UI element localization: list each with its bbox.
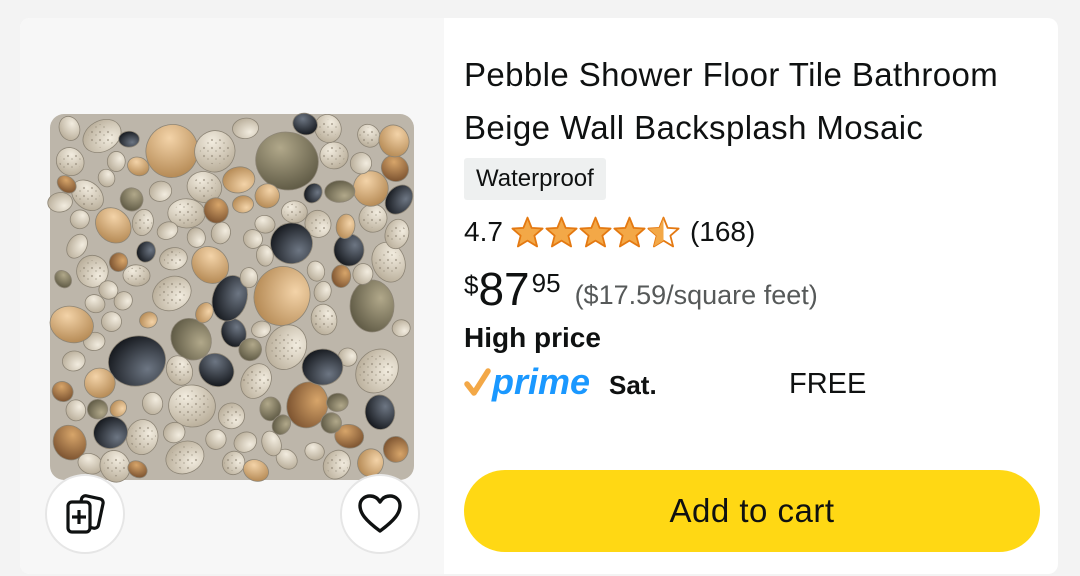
add-to-cart-button[interactable]: Add to cart: [464, 470, 1040, 552]
compare-button[interactable]: [45, 474, 125, 554]
pebble-texture: [103, 456, 127, 477]
pebble-texture: [359, 355, 395, 387]
star-icon: [545, 216, 578, 248]
pebble: [349, 279, 395, 333]
wishlist-button[interactable]: [340, 474, 420, 554]
pebble-texture: [79, 260, 106, 283]
product-image-panel[interactable]: [20, 18, 444, 574]
delivery-day: Sat.: [609, 370, 657, 400]
pebble-texture: [133, 214, 153, 231]
rating-value: 4.7: [464, 216, 503, 247]
star-icon: [579, 216, 612, 248]
pebble-texture: [386, 225, 408, 243]
star-icon: [511, 216, 544, 248]
pebble-texture: [284, 203, 305, 221]
star-rating: [511, 216, 680, 248]
pebble-texture: [171, 445, 199, 470]
pebble-texture: [192, 176, 217, 198]
pebble-texture: [173, 202, 200, 225]
pebble-texture: [362, 209, 384, 228]
pebble-texture: [59, 152, 82, 172]
svg-text:prime: prime: [491, 362, 590, 402]
pebble-texture: [312, 309, 336, 330]
pebble-texture: [199, 138, 230, 165]
pebble-texture: [163, 250, 184, 268]
pebble-texture: [128, 425, 156, 449]
pebble: [331, 264, 352, 288]
delivery-cost: FREE: [789, 368, 867, 400]
pebble-texture: [242, 369, 270, 393]
heart-icon: [358, 494, 402, 533]
half-star-icon: [647, 216, 680, 248]
prime-logo: prime: [464, 362, 590, 402]
pebble-texture: [270, 333, 302, 361]
star-icon: [613, 216, 646, 248]
product-card[interactable]: Pebble Shower Floor Tile Bathroom Beige …: [20, 18, 1058, 574]
product-title[interactable]: Pebble Shower Floor Tile Bathroom Beige …: [464, 48, 1044, 154]
pebble-texture: [75, 185, 100, 206]
pebble-texture: [307, 215, 329, 233]
pebble-texture: [375, 250, 402, 274]
unit-price: ($17.59/square feet): [574, 280, 818, 310]
pebble-texture: [317, 119, 339, 138]
pebble-texture: [322, 145, 346, 166]
pebble: [101, 311, 122, 332]
price-currency: $: [464, 270, 479, 300]
pebble: [118, 130, 140, 148]
product-image[interactable]: [42, 106, 422, 488]
price: $ 87 95 ($17.59/square feet): [464, 262, 1044, 320]
price-whole: 87: [478, 263, 530, 315]
pebble: [333, 233, 365, 267]
pebble-texture: [359, 127, 379, 145]
pebble-texture: [156, 280, 187, 307]
compare-cards-icon: [66, 494, 105, 534]
pebble: [106, 151, 126, 172]
pebble-texture: [224, 454, 243, 472]
rating-row[interactable]: 4.7 (168): [464, 212, 1044, 252]
price-fraction: 95: [531, 268, 561, 298]
pebble-texture: [174, 390, 210, 422]
pebble-texture: [325, 454, 349, 475]
pebble-texture: [167, 360, 191, 381]
delivery-info: prime Sat. FREE: [464, 362, 1044, 412]
waterproof-badge: Waterproof: [464, 158, 606, 200]
pebble-texture: [220, 406, 243, 426]
price-note: High price: [464, 322, 601, 353]
pebble-texture: [88, 124, 116, 148]
review-count[interactable]: (168): [690, 216, 755, 248]
pebble-texture: [126, 267, 147, 284]
product-info: Pebble Shower Floor Tile Bathroom Beige …: [464, 48, 1044, 412]
